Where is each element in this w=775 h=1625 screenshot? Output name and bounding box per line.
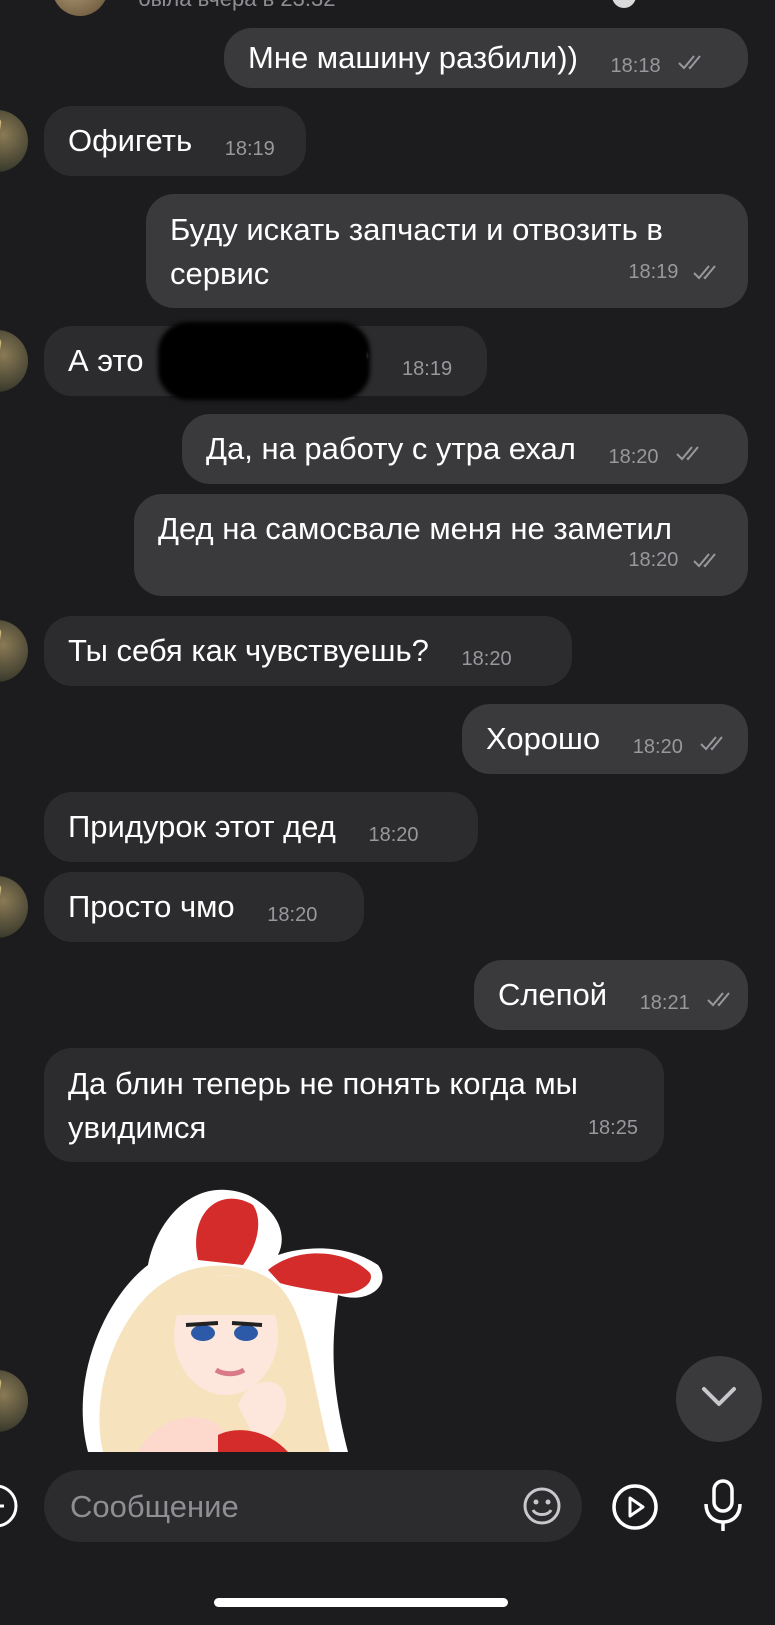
sticker-bunny-girl[interactable]	[48, 1175, 393, 1452]
message-outgoing[interactable]: Да, на работу с утра ехал 18:20	[182, 414, 748, 484]
message-incoming[interactable]: Просто чмо 18:20	[44, 872, 364, 942]
message-time: 18:25	[587, 1117, 638, 1139]
message-text: А это	[68, 343, 144, 378]
double-check-icon	[675, 429, 705, 473]
redaction-mark	[158, 322, 370, 400]
message-outgoing[interactable]: Дед на самосвале меня не заметил 18:20	[134, 494, 748, 596]
message-time: 18:20	[461, 648, 512, 670]
message-composer[interactable]	[44, 1470, 582, 1542]
contact-avatar[interactable]	[52, 0, 108, 16]
message-outgoing[interactable]: Хорошо 18:20	[462, 704, 748, 774]
voice-message-button[interactable]	[700, 1478, 746, 1539]
message-outgoing[interactable]: Мне машину разбили)) 18:18	[224, 28, 748, 88]
double-check-icon	[706, 975, 736, 1019]
message-time: 18:20	[632, 736, 683, 758]
message-meta: 18:19	[628, 250, 722, 296]
message-text: Хорошо	[486, 721, 601, 756]
message-meta: 18:20	[628, 538, 722, 584]
contact-avatar[interactable]	[0, 330, 28, 392]
home-indicator[interactable]	[214, 1598, 508, 1607]
plus-icon	[0, 1484, 20, 1533]
message-time: 18:20	[608, 446, 659, 468]
message-time: 18:19	[628, 261, 679, 283]
emoji-icon[interactable]	[522, 1486, 562, 1531]
double-check-icon	[677, 38, 707, 82]
double-check-icon	[699, 719, 729, 763]
message-time: 18:20	[628, 549, 679, 571]
contact-avatar[interactable]	[0, 876, 28, 938]
message-outgoing[interactable]: Буду искать запчасти и отвозить в сервис…	[146, 194, 748, 308]
video-message-icon	[610, 1484, 660, 1536]
message-incoming[interactable]: Ты себя как чувствуешь? 18:20	[44, 616, 572, 686]
contact-avatar[interactable]	[0, 1370, 28, 1432]
message-text: Дед на самосвале меня не заметил	[158, 511, 672, 546]
video-message-button[interactable]	[610, 1482, 660, 1537]
message-incoming[interactable]: Придурок этот дед 18:20	[44, 792, 478, 862]
chevron-down-icon	[701, 1386, 737, 1413]
message-text: Придурок этот дед	[68, 809, 336, 844]
message-text: Офигеть	[68, 123, 193, 158]
microphone-icon	[700, 1479, 746, 1538]
last-seen-status: была вчера в 23:32	[138, 0, 335, 12]
message-text: Слепой	[498, 977, 608, 1012]
message-text: Просто чмо	[68, 889, 235, 924]
header-action-icon[interactable]	[612, 0, 636, 8]
message-time: 18:20	[267, 904, 318, 926]
attach-button[interactable]	[0, 1483, 20, 1534]
message-input[interactable]	[68, 1484, 512, 1530]
message-time: 18:21	[639, 992, 690, 1014]
message-time: 18:19	[224, 138, 275, 160]
message-time: 18:20	[368, 824, 419, 846]
message-text: Да блин теперь не понять когда мы увидим…	[68, 1066, 578, 1145]
message-outgoing[interactable]: Слепой 18:21	[474, 960, 748, 1030]
message-incoming[interactable]: Офигеть 18:19	[44, 106, 306, 176]
contact-avatar[interactable]	[0, 110, 28, 172]
double-check-icon	[692, 252, 722, 296]
scroll-down-button[interactable]	[676, 1356, 762, 1442]
message-time: 18:19	[402, 358, 453, 380]
message-incoming[interactable]: Да блин теперь не понять когда мы увидим…	[44, 1048, 664, 1162]
contact-avatar[interactable]	[0, 620, 28, 682]
message-text: Да, на работу с утра ехал	[206, 431, 576, 466]
message-text: Мне машину разбили))	[248, 40, 578, 75]
message-time: 18:18	[610, 55, 661, 77]
double-check-icon	[692, 540, 722, 584]
message-text: Ты себя как чувствуешь?	[68, 633, 429, 668]
